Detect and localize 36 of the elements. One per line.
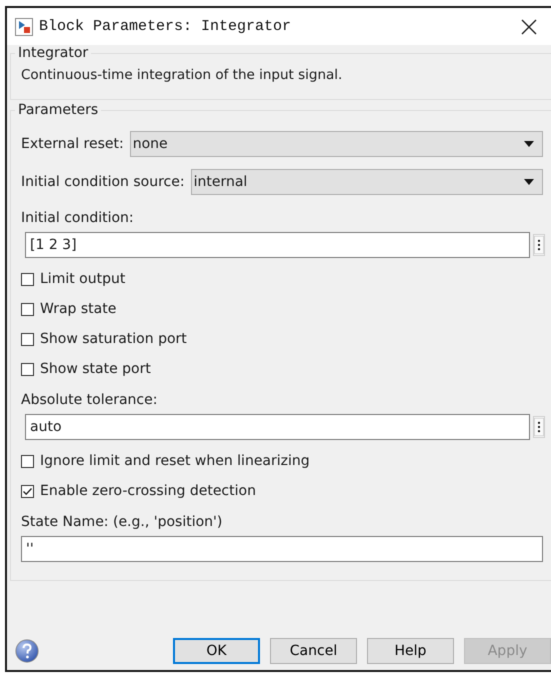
dropdown-arrow-icon bbox=[524, 141, 534, 147]
checkbox[interactable] bbox=[21, 272, 34, 286]
checkbox[interactable] bbox=[21, 302, 34, 316]
input-field[interactable]: [1 2 3] bbox=[25, 232, 530, 258]
checkbox-label: Wrap state bbox=[40, 301, 116, 317]
checkbox-label: Enable zero-crossing detection bbox=[40, 483, 256, 499]
group-title: Parameters bbox=[17, 102, 100, 118]
close-icon[interactable] bbox=[519, 16, 539, 36]
field-label: External reset: bbox=[21, 136, 124, 152]
more-options-icon[interactable] bbox=[533, 416, 545, 438]
checkbox-label: Limit output bbox=[40, 271, 126, 287]
group-title: Integrator bbox=[17, 45, 90, 61]
block-diagram-icon bbox=[15, 18, 33, 36]
block-description: Continuous-time integration of the input signal. bbox=[21, 67, 344, 83]
dropdown-arrow-icon bbox=[524, 179, 534, 185]
input-field[interactable]: auto bbox=[25, 414, 530, 440]
field-label: State Name: (e.g., 'position') bbox=[21, 514, 224, 530]
help-icon[interactable] bbox=[15, 637, 39, 665]
checkbox-label: Ignore limit and reset when linearizing bbox=[40, 453, 310, 469]
field-label: Initial condition source: bbox=[21, 174, 185, 190]
dropdown[interactable]: internal bbox=[190, 169, 543, 195]
checkbox[interactable] bbox=[21, 484, 34, 498]
checkbox-label: Show saturation port bbox=[40, 331, 187, 347]
dialog-button[interactable]: Cancel bbox=[270, 638, 357, 664]
dropdown[interactable]: none bbox=[130, 131, 543, 157]
checkbox[interactable] bbox=[21, 362, 34, 376]
more-options-icon[interactable] bbox=[533, 234, 545, 256]
checkbox-label: Show state port bbox=[40, 361, 151, 377]
dialog-button[interactable]: OK bbox=[173, 638, 260, 664]
checkbox[interactable] bbox=[21, 332, 34, 346]
field-label: Initial condition: bbox=[21, 210, 135, 226]
window-title: Block Parameters: Integrator bbox=[39, 18, 292, 35]
dialog-button[interactable]: Help bbox=[367, 638, 454, 664]
field-label: Absolute tolerance: bbox=[21, 392, 158, 408]
checkbox[interactable] bbox=[21, 454, 34, 468]
input-field[interactable]: '' bbox=[21, 536, 543, 562]
